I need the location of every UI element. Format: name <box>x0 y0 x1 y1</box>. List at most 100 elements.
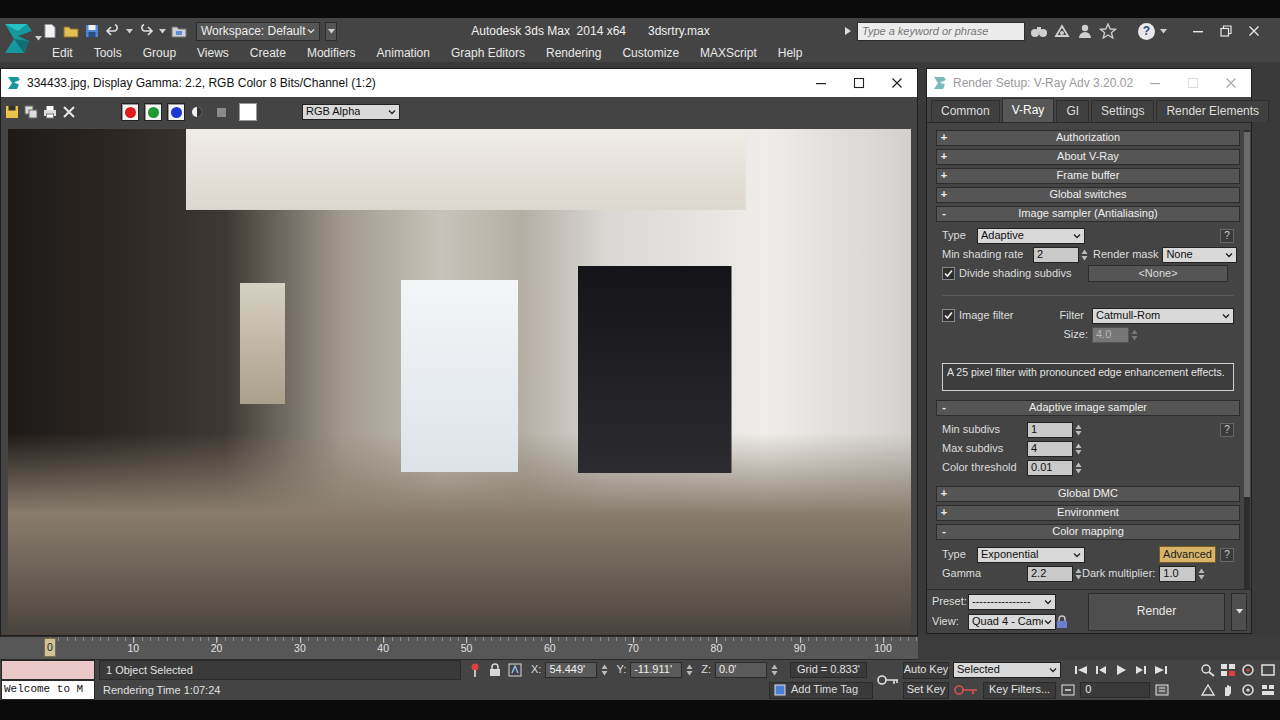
view-dropdown[interactable]: Quad 4 - Camer <box>968 614 1056 630</box>
menu-item[interactable]: Animation <box>377 46 430 60</box>
clear-image-icon[interactable] <box>62 105 76 119</box>
project-folder-icon[interactable] <box>171 23 187 39</box>
checkbox[interactable] <box>942 309 955 322</box>
channel-toggle[interactable] <box>121 103 139 121</box>
go-to-end-icon[interactable] <box>1153 663 1169 677</box>
zoom-icon[interactable] <box>1200 663 1216 677</box>
favorites-star-icon[interactable] <box>1099 23 1117 39</box>
spinner-arrows-icon[interactable] <box>1075 442 1082 456</box>
chevron-down-icon[interactable] <box>1048 666 1058 674</box>
workspace-menu-button[interactable] <box>325 22 337 41</box>
tab[interactable]: V-Ray <box>1002 98 1055 122</box>
channel-toggle[interactable] <box>167 103 185 121</box>
minimize-icon[interactable] <box>1192 25 1204 37</box>
spinner[interactable]: 0.01 <box>1027 460 1082 476</box>
application-button[interactable] <box>0 18 42 62</box>
spinner[interactable]: 2 <box>1033 247 1088 263</box>
rollout-header[interactable]: -Image sampler (Antialiasing) <box>936 206 1240 222</box>
search-field[interactable] <box>857 22 1025 41</box>
go-to-start-icon[interactable] <box>1073 663 1089 677</box>
sampler-type-dropdown[interactable]: Adaptive <box>977 228 1085 244</box>
rollout-header[interactable]: +Environment <box>936 505 1240 521</box>
chevron-down-icon[interactable] <box>1221 312 1231 320</box>
print-icon[interactable] <box>43 105 57 119</box>
time-config-icon[interactable] <box>1154 683 1170 697</box>
account-icon[interactable] <box>1076 23 1094 39</box>
current-frame-field[interactable]: 0 <box>1080 682 1150 698</box>
channel-toggle[interactable] <box>144 103 162 121</box>
save-file-icon[interactable] <box>84 23 100 39</box>
caret-down-icon[interactable] <box>159 29 166 34</box>
binoculars-icon[interactable] <box>1030 23 1048 39</box>
spinner-arrows-icon[interactable] <box>686 663 693 677</box>
menu-item[interactable]: Group <box>143 46 176 60</box>
close-icon[interactable] <box>1248 25 1260 37</box>
preset-dropdown[interactable]: ---------------- <box>968 594 1056 610</box>
help-button[interactable]: ? <box>1220 548 1234 562</box>
selection-lock-icon[interactable] <box>487 662 503 678</box>
rollout-header[interactable]: +Global DMC <box>936 486 1240 502</box>
render-mode-button[interactable] <box>1231 593 1247 631</box>
orbit-subobject-icon[interactable] <box>1240 683 1256 697</box>
restore-icon[interactable] <box>1220 25 1232 37</box>
coordinate-field[interactable]: 0.0' <box>715 662 767 678</box>
spinner[interactable]: 1 <box>1027 422 1082 438</box>
play-icon[interactable] <box>1113 663 1129 677</box>
render-button[interactable]: Render <box>1088 593 1225 631</box>
clone-frame-icon[interactable] <box>24 105 38 119</box>
rollout-header[interactable]: -Color mapping <box>936 524 1240 540</box>
save-image-icon[interactable] <box>5 105 19 119</box>
rollout-header[interactable]: +Global switches <box>936 187 1240 203</box>
isolate-pin-icon[interactable] <box>467 662 483 678</box>
tab[interactable]: Render Elements <box>1156 100 1269 122</box>
chevron-down-icon[interactable] <box>1043 618 1053 626</box>
menu-item[interactable]: MAXScript <box>700 46 757 60</box>
menu-item[interactable]: Help <box>778 46 803 60</box>
set-key-button[interactable]: Set Key <box>903 682 949 699</box>
coordinate-field[interactable]: 54.449' <box>545 662 597 678</box>
tab[interactable]: Common <box>931 100 1000 122</box>
key-filters-button[interactable]: Key Filters... <box>983 682 1056 699</box>
menu-item[interactable]: Views <box>197 46 229 60</box>
spinner-arrows-icon[interactable] <box>1075 461 1082 475</box>
pan-icon[interactable] <box>1220 683 1236 697</box>
caret-down-icon[interactable] <box>1160 29 1167 34</box>
time-slider[interactable]: 1020304050607080901000 <box>0 636 918 660</box>
auto-key-button[interactable]: Auto Key <box>903 662 949 679</box>
maximize-icon[interactable] <box>853 77 865 89</box>
rollout-header[interactable]: +About V-Ray <box>936 149 1240 165</box>
next-frame-icon[interactable] <box>1133 663 1149 677</box>
render-mask-dropdown[interactable]: None <box>1162 247 1237 263</box>
monochrome-icon[interactable] <box>190 105 204 119</box>
key-icon[interactable] <box>877 674 899 686</box>
orbit-icon[interactable] <box>1240 663 1256 677</box>
previous-frame-icon[interactable] <box>1093 663 1109 677</box>
set-key-icon[interactable] <box>953 683 979 697</box>
add-time-tag-button[interactable]: Add Time Tag <box>769 682 873 699</box>
close-icon[interactable] <box>891 77 903 89</box>
coordinate-field[interactable]: -11.911' <box>630 662 682 678</box>
field-of-view-icon[interactable] <box>1200 683 1216 697</box>
spinner-arrows-icon[interactable] <box>1081 248 1088 262</box>
caret-down-icon[interactable] <box>126 29 133 34</box>
spinner[interactable]: 1.0 <box>1159 566 1205 582</box>
spinner[interactable]: 2.2 <box>1027 566 1082 582</box>
spinner-arrows-icon[interactable] <box>1198 567 1205 581</box>
key-mode-dropdown[interactable]: Selected <box>953 662 1061 678</box>
menu-item[interactable]: Graph Editors <box>451 46 525 60</box>
menu-item[interactable]: Tools <box>94 46 122 60</box>
menu-item[interactable]: Rendering <box>546 46 601 60</box>
chevron-down-icon[interactable] <box>1224 251 1234 259</box>
help-button[interactable]: ? <box>1220 229 1234 243</box>
color-mapping-type-dropdown[interactable]: Exponential <box>977 547 1085 563</box>
new-file-icon[interactable] <box>42 23 58 39</box>
chevron-down-icon[interactable] <box>1043 598 1053 606</box>
menu-item[interactable]: Customize <box>622 46 679 60</box>
menu-item[interactable]: Edit <box>52 46 73 60</box>
tab[interactable]: Settings <box>1091 100 1154 122</box>
key-mode-icon[interactable] <box>1060 683 1076 697</box>
caret-down-icon[interactable] <box>35 36 42 41</box>
workspace-dropdown[interactable]: Workspace: Default <box>196 22 320 41</box>
color-swatch[interactable] <box>239 103 257 121</box>
minimize-icon[interactable] <box>815 77 827 89</box>
